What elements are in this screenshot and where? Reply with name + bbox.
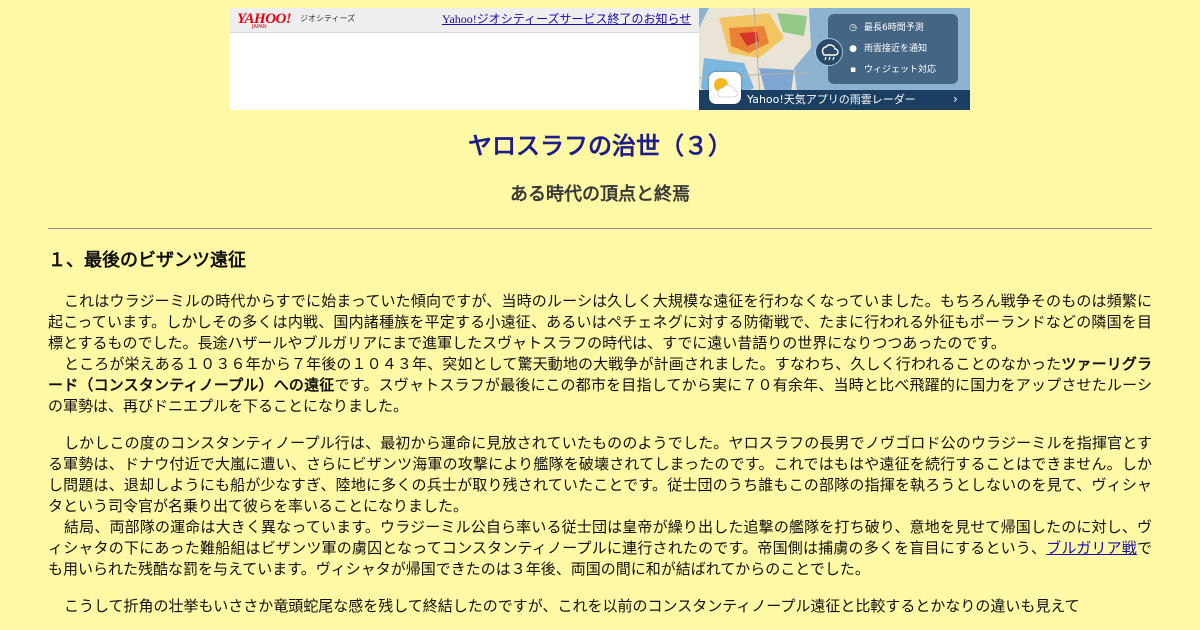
widget-grid-icon: ▪	[849, 65, 857, 75]
cta-label: Yahoo!天気アプリの雨雲レーダー	[747, 93, 916, 106]
paragraph: こうして折角の壮挙もいささか竜頭蛇尾な感を残して終結したのですが、これを以前のコ…	[64, 597, 1080, 615]
geocities-label: ジオシティーズ	[300, 14, 356, 23]
ad-banner[interactable]: YAHOO! JAPAN ジオシティーズ Yahoo!ジオシティーズサービス終了…	[230, 8, 970, 110]
feature-item: ◷ 最長6時間予測	[848, 20, 924, 36]
paragraph: 結局、両部隊の運命は大きく異なっています。ウラジーミル公自ら率いる従士団は皇帝が…	[48, 518, 1152, 578]
ad-header-bar: YAHOO! JAPAN ジオシティーズ Yahoo!ジオシティーズサービス終了…	[230, 8, 699, 33]
paragraph: ところが栄えある１０３６年から７年後の１０４３年、突如として驚天動地の大戦争が計…	[48, 355, 1152, 415]
bulgaria-war-link[interactable]: ブルガリア戦	[1046, 539, 1137, 557]
article-body: これはウラジーミルの時代からすでに始まっていた傾向ですが、当時のルーシは久しく大…	[48, 291, 1152, 617]
weather-app-ad[interactable]: ◷ 最長6時間予測 ● 雨雲接近を通知 ▪ ウィジェット対応 Yahoo!天気アプリの…	[699, 8, 970, 110]
rain-cloud-icon	[815, 38, 843, 66]
section-heading: １、最後のビザンツ遠征	[48, 250, 246, 271]
location-pin-icon: ●	[849, 44, 857, 54]
clock-icon: ◷	[849, 23, 857, 33]
page-title: ヤロスラフの治世（３）	[468, 132, 732, 160]
service-end-notice-link[interactable]: Yahoo!ジオシティーズサービス終了のお知らせ	[442, 12, 691, 27]
chevron-right-icon: ›	[953, 92, 958, 106]
paragraph: これはウラジーミルの時代からすでに始まっていた傾向ですが、当時のルーシは久しく大…	[48, 292, 1152, 352]
feature-list: ◷ 最長6時間予測 ● 雨雲接近を通知 ▪ ウィジェット対応	[828, 14, 958, 84]
divider	[48, 228, 1152, 229]
feature-item: ● 雨雲接近を通知	[848, 41, 927, 57]
paragraph: しかしこの度のコンスタンティノープル行は、最初から運命に見放されていたもののよう…	[48, 434, 1152, 515]
weather-app-icon	[709, 72, 741, 104]
yahoo-logo-subtext: JAPAN	[252, 24, 267, 30]
feature-item: ▪ ウィジェット対応	[848, 62, 936, 78]
page-subtitle: ある時代の頂点と終焉	[510, 184, 690, 205]
